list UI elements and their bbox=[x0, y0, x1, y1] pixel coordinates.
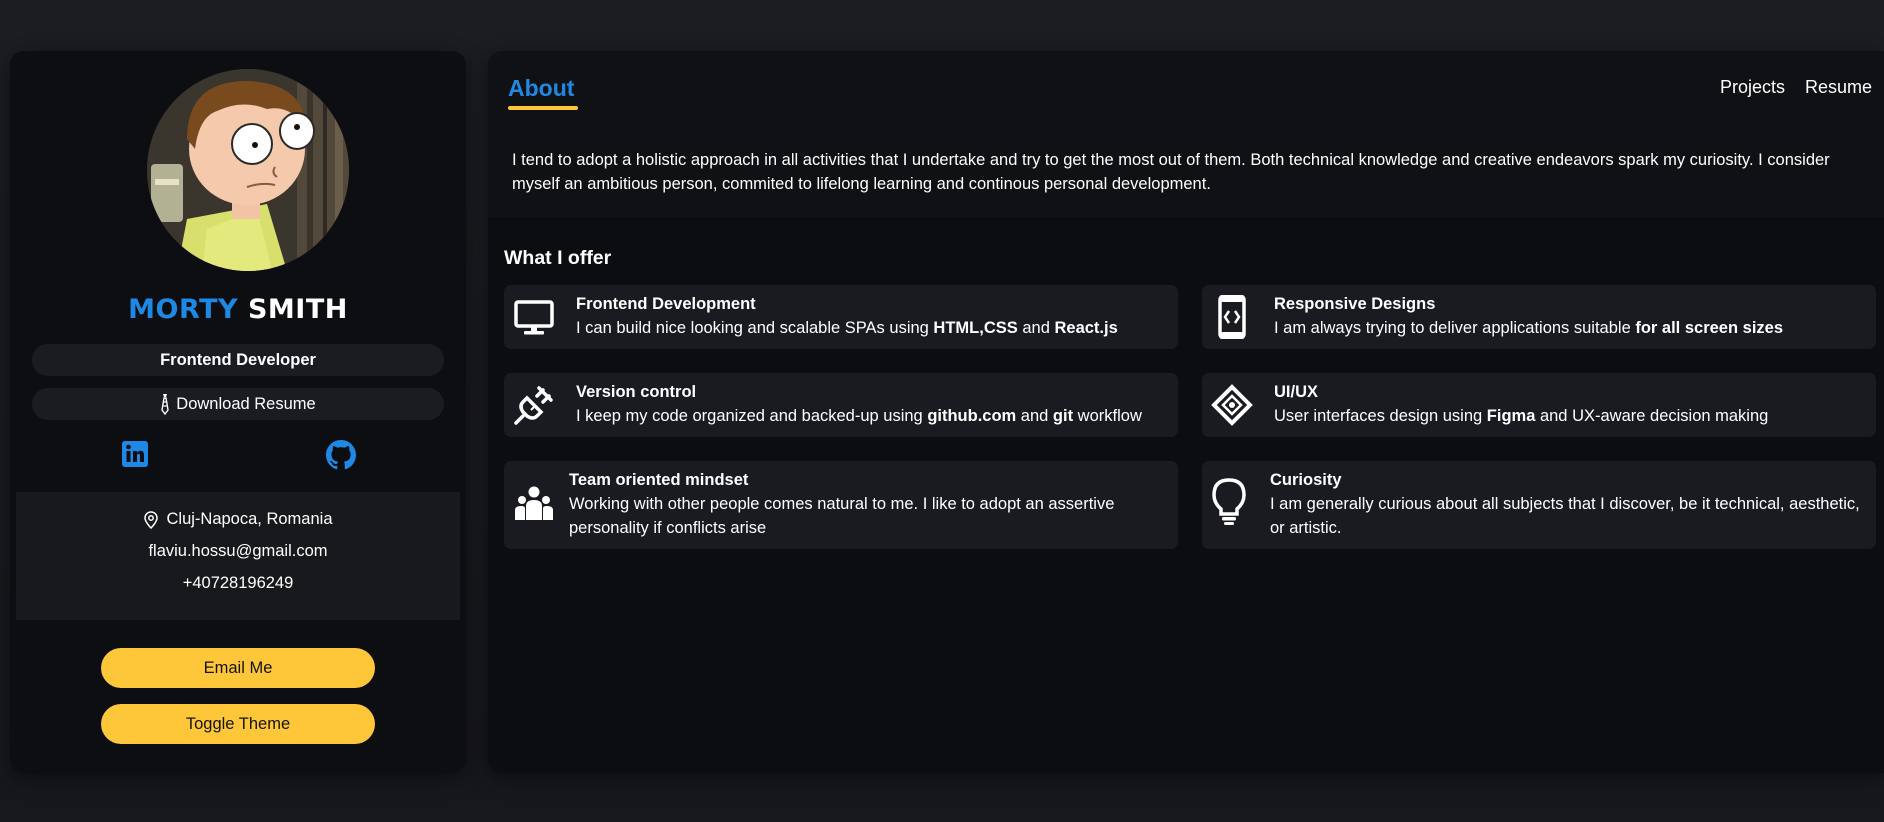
monitor-icon bbox=[513, 296, 555, 338]
card-title: Curiosity bbox=[1270, 471, 1342, 489]
avatar bbox=[147, 69, 349, 271]
last-name: SMITH bbox=[247, 294, 348, 325]
plug-icon bbox=[513, 384, 555, 426]
linkedin-link[interactable] bbox=[121, 440, 151, 470]
first-name: MORTY bbox=[128, 294, 239, 325]
card-title: Responsive Designs bbox=[1274, 295, 1436, 313]
offer-card-responsive: Responsive Designs I am always trying to… bbox=[1202, 285, 1876, 349]
design-diamond-icon bbox=[1211, 384, 1253, 426]
offer-card-team: Team oriented mindset Working with other… bbox=[504, 461, 1178, 549]
card-description: I am always trying to deliver applicatio… bbox=[1274, 319, 1784, 337]
offer-card-frontend: Frontend Development I can build nice lo… bbox=[504, 285, 1178, 349]
location-row: Cluj-Napoca, Romania bbox=[16, 510, 460, 529]
toggle-theme-label: Toggle Theme bbox=[185, 714, 291, 733]
github-link[interactable] bbox=[326, 440, 356, 470]
mobile-code-icon bbox=[1211, 295, 1253, 339]
card-title: UI/UX bbox=[1274, 383, 1319, 401]
location-text: Cluj-Napoca, Romania bbox=[166, 510, 333, 528]
card-description: I keep my code organized and backed-up u… bbox=[576, 407, 1142, 425]
email-me-button[interactable]: Email Me bbox=[101, 648, 375, 688]
download-resume-label: Download Resume bbox=[176, 394, 316, 413]
offer-card-version-control: Version control I keep my code organized… bbox=[504, 373, 1178, 437]
main-panel: About Projects Resume I tend to adopt a … bbox=[488, 51, 1884, 773]
tab-projects[interactable]: Projects bbox=[1720, 77, 1785, 98]
email-row: flaviu.hossu@gmail.com bbox=[16, 542, 460, 561]
tab-about[interactable]: About bbox=[508, 75, 574, 102]
active-tab-underline bbox=[508, 106, 578, 110]
download-resume-button[interactable]: Download Resume bbox=[32, 388, 444, 420]
toggle-theme-button[interactable]: Toggle Theme bbox=[101, 704, 375, 744]
phone-text[interactable]: +40728196249 bbox=[183, 574, 294, 593]
profile-sidebar: MORTY SMITH Frontend Developer Download … bbox=[10, 51, 466, 773]
about-section: About Projects Resume I tend to adopt a … bbox=[488, 51, 1884, 217]
card-description: User interfaces design using Figma and U… bbox=[1274, 407, 1769, 425]
contact-info: Cluj-Napoca, Romania flaviu.hossu@gmail.… bbox=[16, 492, 460, 620]
card-title: Version control bbox=[576, 383, 697, 401]
avatar-illustration bbox=[147, 69, 349, 271]
lightbulb-icon bbox=[1208, 478, 1250, 525]
email-me-label: Email Me bbox=[203, 658, 273, 677]
location-pin-icon bbox=[143, 510, 158, 529]
offer-heading: What I offer bbox=[504, 247, 612, 269]
team-icon bbox=[513, 483, 555, 525]
card-title: Frontend Development bbox=[576, 295, 756, 313]
tab-resume[interactable]: Resume bbox=[1805, 77, 1872, 98]
card-title: Team oriented mindset bbox=[569, 471, 749, 489]
role-badge: Frontend Developer bbox=[32, 344, 444, 376]
github-icon bbox=[326, 440, 356, 470]
offer-card-uiux: UI/UX User interfaces design using Figma… bbox=[1202, 373, 1876, 437]
linkedin-icon bbox=[122, 441, 148, 467]
card-description: I am generally curious about all subject… bbox=[1270, 495, 1860, 537]
card-description: I can build nice looking and scalable SP… bbox=[576, 319, 1118, 337]
phone-row: +40728196249 bbox=[16, 574, 460, 593]
tie-icon bbox=[161, 394, 170, 415]
profile-name: MORTY SMITH bbox=[10, 294, 466, 325]
email-text[interactable]: flaviu.hossu@gmail.com bbox=[148, 542, 327, 561]
role-label: Frontend Developer bbox=[160, 350, 316, 369]
card-description: Working with other people comes natural … bbox=[569, 495, 1115, 537]
offer-card-curiosity: Curiosity I am generally curious about a… bbox=[1202, 461, 1876, 549]
about-paragraph: I tend to adopt a holistic approach in a… bbox=[512, 151, 1830, 193]
